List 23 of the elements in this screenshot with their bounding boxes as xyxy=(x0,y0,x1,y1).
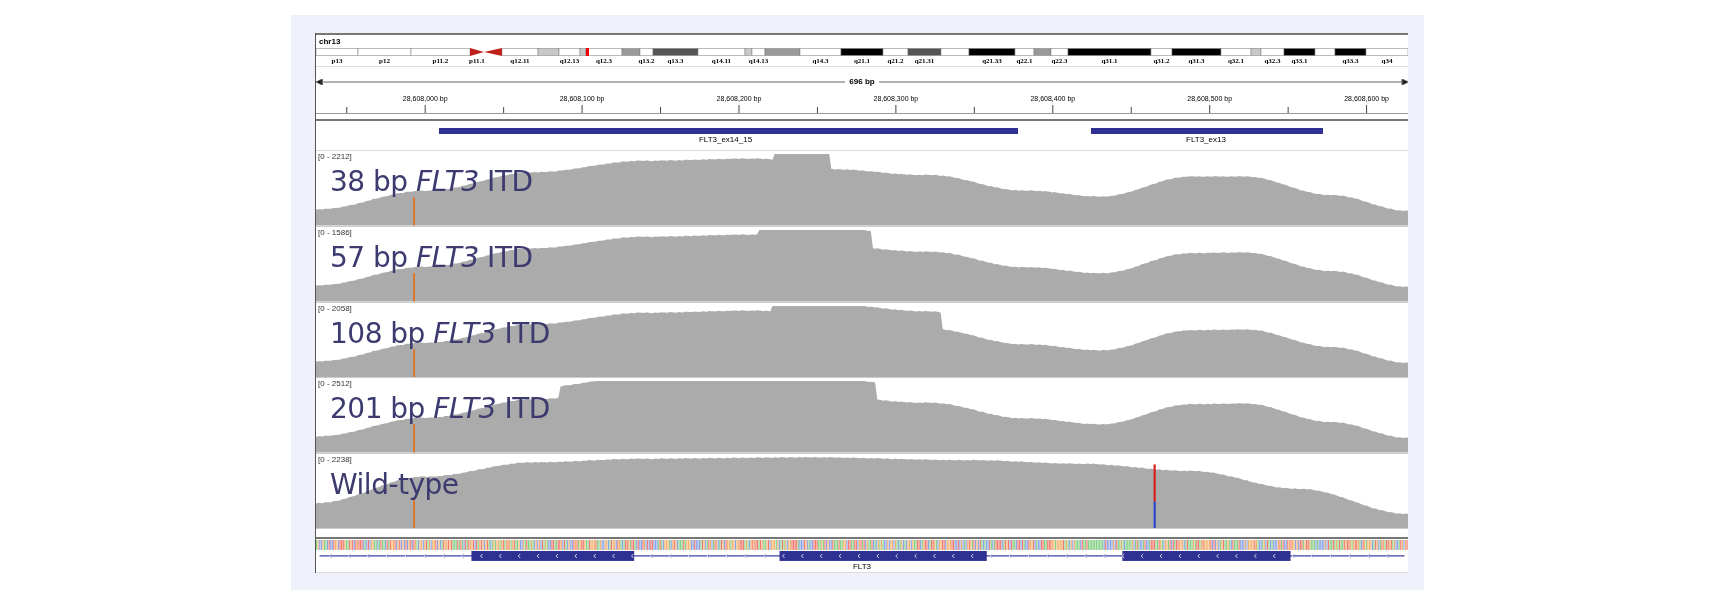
feature-block[interactable] xyxy=(439,127,1019,134)
mismatch-mark xyxy=(413,424,415,453)
mismatch-mark xyxy=(413,197,415,226)
track-label: 38 bp FLT3 ITD xyxy=(330,165,533,199)
track-label: 108 bp FLT3 ITD xyxy=(330,316,550,350)
variant-bar xyxy=(1153,464,1156,529)
data-range: [0 - 1586] xyxy=(318,227,352,237)
gene-label: FLT3 xyxy=(852,562,872,572)
mismatch-mark xyxy=(413,273,415,302)
chromosome-name[interactable]: chr13 xyxy=(319,36,341,46)
data-range: [0 - 2512] xyxy=(318,379,352,389)
mismatch-mark xyxy=(413,499,415,529)
mismatch-mark xyxy=(413,348,415,378)
data-range: [0 - 2212] xyxy=(318,152,352,162)
feature-label: FLT3_ex13 xyxy=(1186,134,1226,144)
track-label: 201 bp FLT3 ITD xyxy=(330,392,550,426)
data-range: [0 - 2238] xyxy=(318,454,352,464)
feature-label: FLT3_ex14_15 xyxy=(698,134,753,144)
span-length: 696 bp xyxy=(849,77,875,87)
track-label: 57 bp FLT3 ITD xyxy=(330,240,533,274)
data-range: [0 - 2058] xyxy=(318,303,352,313)
chromosome-ideogram[interactable] xyxy=(316,47,1408,56)
feature-block[interactable] xyxy=(1091,127,1323,134)
